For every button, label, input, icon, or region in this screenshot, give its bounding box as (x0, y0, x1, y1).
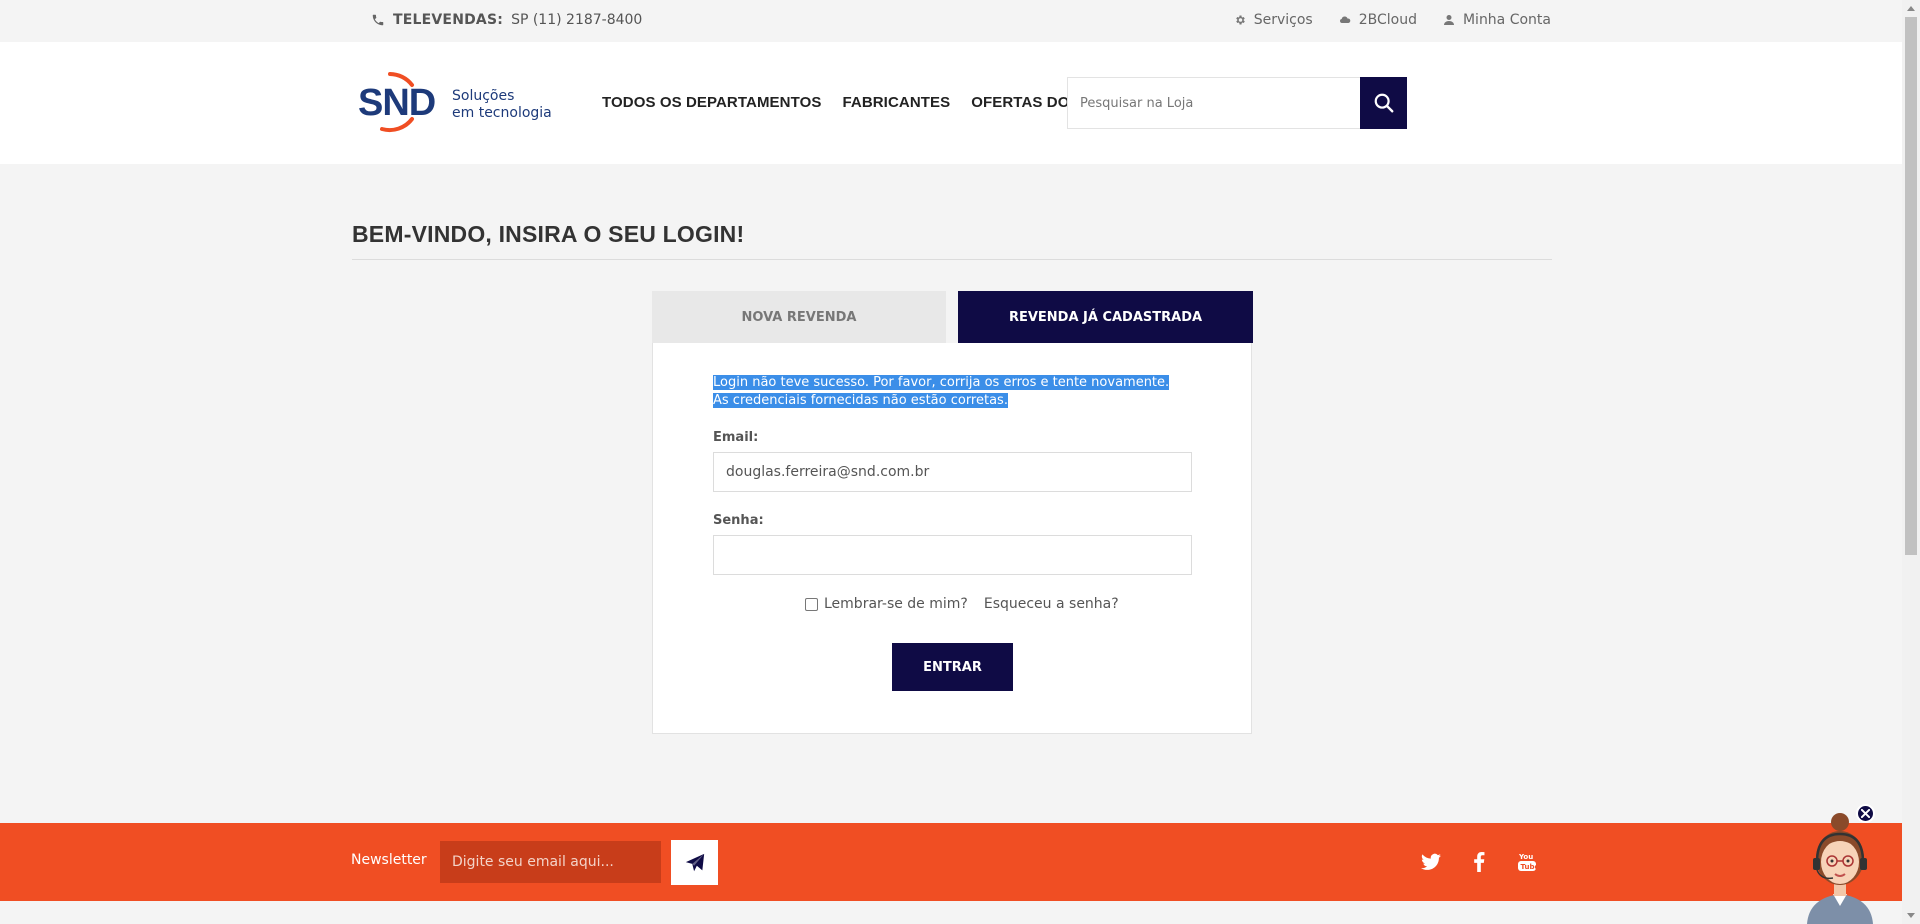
facebook-icon[interactable] (1468, 851, 1490, 873)
cloud-icon (1339, 16, 1351, 23)
login-button[interactable]: ENTRAR (892, 643, 1013, 691)
logo-tagline-2: em tecnologia (452, 105, 552, 121)
sales-label: TELEVENDAS: (393, 12, 504, 28)
password-field[interactable] (713, 535, 1192, 575)
forgot-password-link[interactable]: Esqueceu a senha? (984, 596, 1119, 612)
tab-registered-reseller[interactable]: REVENDA JÁ CADASTRADA (958, 291, 1253, 343)
services-link[interactable]: Serviços (1234, 12, 1313, 28)
remember-label[interactable]: Lembrar-se de mim? (824, 596, 968, 612)
search-bar (1067, 77, 1407, 129)
top-bar: TELEVENDAS: SP (11) 2187-8400 Serviços 2… (0, 0, 1902, 42)
email-field[interactable] (713, 452, 1192, 492)
paper-plane-icon (685, 853, 704, 871)
gear-icon (1235, 15, 1245, 25)
my-account-label: Minha Conta (1462, 12, 1551, 28)
scroll-up-arrow[interactable] (1907, 6, 1915, 11)
svg-text:You: You (1518, 853, 1533, 861)
social-links: You Tube (1420, 851, 1538, 873)
svg-text:SND: SND (358, 82, 435, 124)
scroll-down-arrow[interactable] (1907, 913, 1915, 918)
chat-close-button[interactable] (1856, 804, 1875, 823)
title-divider (352, 259, 1552, 260)
2bcloud-link[interactable]: 2BCloud (1339, 12, 1417, 28)
newsletter-submit-button[interactable] (671, 840, 718, 885)
nav-all-departments[interactable]: TODOS OS DEPARTAMENTOS (602, 94, 821, 111)
password-label: Senha: (713, 513, 764, 528)
login-tabs: NOVA REVENDA REVENDA JÁ CADASTRADA (652, 291, 1253, 343)
phone-icon (372, 14, 384, 26)
newsletter-email-input[interactable] (440, 841, 661, 883)
nav-manufacturers[interactable]: FABRICANTES (842, 94, 950, 111)
page-title: BEM-VINDO, INSIRA O SEU LOGIN! (352, 221, 745, 247)
email-label: Email: (713, 430, 759, 445)
sales-contact: TELEVENDAS: SP (11) 2187-8400 (371, 12, 642, 28)
user-icon (1443, 15, 1454, 25)
search-icon (1374, 93, 1393, 113)
my-account-link[interactable]: Minha Conta (1443, 12, 1551, 28)
error-line-1: Login não teve sucesso. Por favor, corri… (713, 375, 1170, 390)
footer-bar: Newsletter You Tube (0, 823, 1902, 901)
twitter-icon[interactable] (1420, 851, 1442, 873)
snd-logo[interactable]: SND Soluções em tecnologia (356, 67, 566, 137)
main-nav: TODOS OS DEPARTAMENTOS FABRICANTES OFERT… (602, 94, 1100, 111)
page-scrollbar[interactable] (1902, 0, 1920, 924)
remember-checkbox[interactable] (805, 597, 818, 611)
remember-row: Lembrar-se de mim? Esqueceu a senha? (805, 596, 1119, 612)
2bcloud-label: 2BCloud (1358, 12, 1417, 28)
newsletter-label: Newsletter (351, 852, 427, 868)
chat-assistant-avatar[interactable] (1795, 806, 1885, 924)
close-icon (1861, 809, 1870, 818)
logo-tagline-1: Soluções (452, 88, 514, 104)
services-label: Serviços (1253, 12, 1313, 28)
sales-phone: SP (11) 2187-8400 (511, 12, 643, 28)
search-button[interactable] (1360, 77, 1407, 129)
footer-bottom-strip (0, 901, 1902, 924)
tab-new-reseller[interactable]: NOVA REVENDA (652, 291, 946, 343)
scroll-thumb[interactable] (1905, 17, 1917, 555)
error-message: Login não teve sucesso. Por favor, corri… (713, 374, 1170, 410)
login-panel: Login não teve sucesso. Por favor, corri… (652, 343, 1252, 734)
site-header: SND Soluções em tecnologia TODOS OS DEPA… (0, 42, 1902, 164)
search-input[interactable] (1067, 77, 1360, 129)
youtube-icon[interactable]: You Tube (1516, 851, 1538, 873)
svg-text:Tube: Tube (1521, 863, 1538, 871)
top-links: Serviços 2BCloud Minha Conta (1234, 12, 1551, 28)
error-line-2: As credenciais fornecidas não estão corr… (713, 393, 1008, 408)
